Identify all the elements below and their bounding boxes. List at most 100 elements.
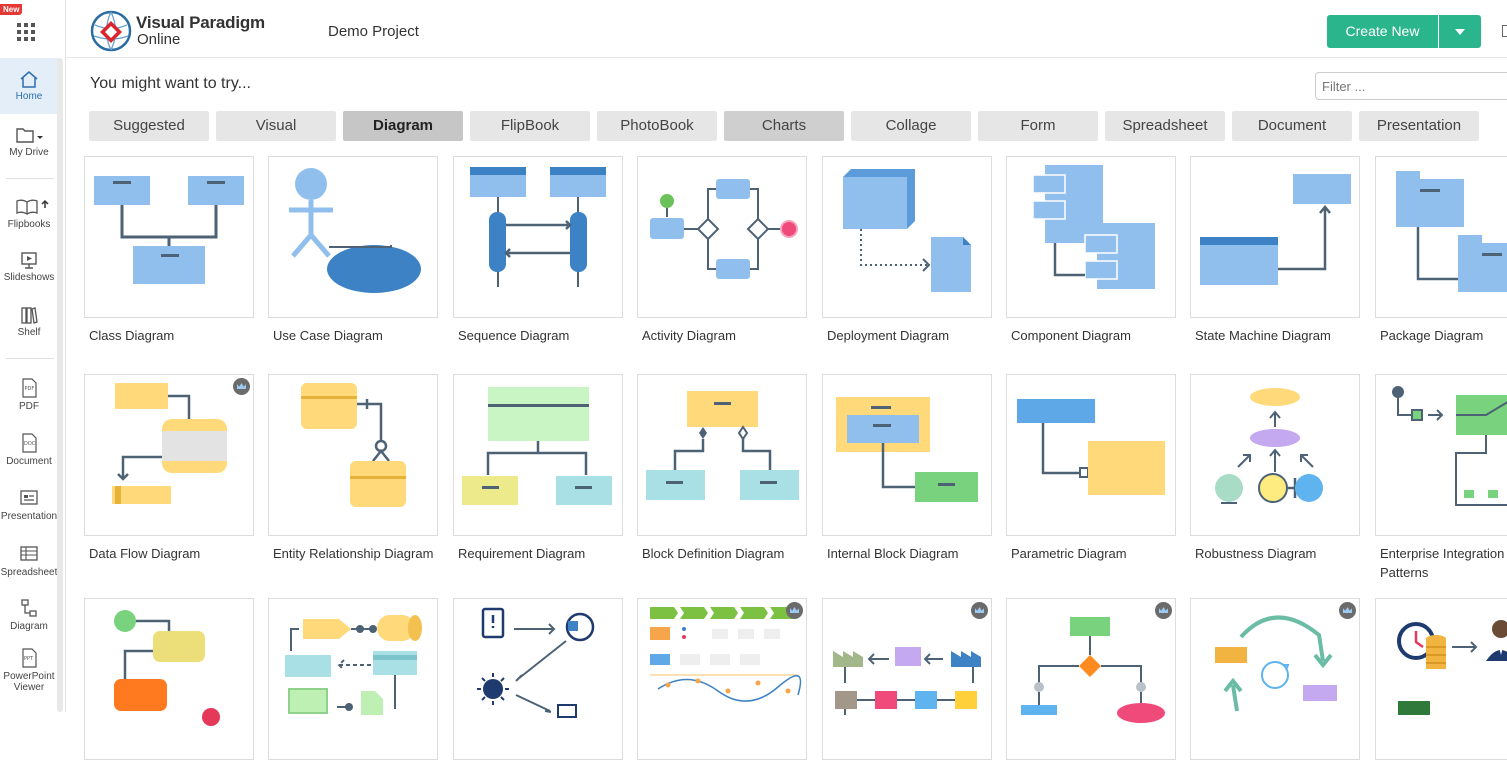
sidebar-item-label: Slideshows [3,272,55,283]
sidebar-item-label: Presentation [0,511,58,522]
template-label: Component Diagram [1011,328,1131,343]
template-card-internal-block-diagram[interactable] [822,374,992,536]
template-card-row3-1[interactable] [84,598,254,760]
create-new-button[interactable]: Create New [1327,15,1438,48]
tab-photobook[interactable]: PhotoBook [597,111,717,141]
sidebar-item-document[interactable]: DOC Document [0,433,58,467]
svg-text:PPT: PPT [24,656,34,662]
diagram-icon [21,599,37,617]
block-definition-thumbnail [646,391,799,500]
sidebar-item-label: PDF [19,401,39,412]
template-label: Use Case Diagram [273,328,383,343]
class-diagram-thumbnail [94,176,244,284]
template-label: Internal Block Diagram [827,546,959,561]
template-label: Block Definition Diagram [642,546,785,561]
apps-grid-icon[interactable] [17,23,35,41]
folder-icon [16,128,43,143]
template-label: Robustness Diagram [1195,546,1317,561]
deployment-diagram-thumbnail [843,169,971,292]
template-label: Package Diagram [1380,328,1484,343]
suggestion-heading: You might want to try... [90,75,251,92]
premium-crown-icon [233,378,250,395]
template-card-row3-2[interactable] [268,598,438,760]
template-card-row3-5[interactable] [822,598,992,760]
activity-diagram-thumbnail [650,179,798,279]
sidebar-item-home[interactable]: Home [0,58,58,114]
sidebar-item-slideshows[interactable]: Slideshows [0,251,58,283]
tab-charts[interactable]: Charts [724,111,844,141]
template-card-activity-diagram[interactable] [637,156,807,318]
sidebar-item-spreadsheet[interactable]: Spreadsheet [0,544,58,578]
tab-form[interactable]: Form [978,111,1098,141]
component-diagram-thumbnail [1032,165,1155,289]
template-card-row3-8[interactable] [1375,598,1507,760]
logo-title: Visual Paradigm [136,13,265,32]
process-flow-thumbnail [285,615,422,715]
template-label: Class Diagram [89,328,175,343]
template-label: Parametric Diagram [1011,546,1127,561]
template-label: Requirement Diagram [458,546,586,561]
logo-subtitle: Online [137,31,181,48]
template-label: Sequence Diagram [458,328,570,343]
template-card-sequence-diagram[interactable] [453,156,623,318]
sidebar-item-powerpoint-viewer[interactable]: PPT PowerPoint Viewer [0,648,58,693]
template-card-deployment-diagram[interactable] [822,156,992,318]
template-card-data-flow-diagram[interactable] [84,374,254,536]
parametric-thumbnail [1017,399,1165,495]
new-badge: New [0,4,23,15]
template-card-row3-7[interactable] [1190,598,1360,760]
sidebar-item-diagram[interactable]: Diagram [0,598,58,632]
sidebar-item-flipbooks[interactable]: Flipbooks [0,198,58,230]
value-stream-thumbnail [833,647,981,715]
ppt-icon: PPT [22,648,37,668]
template-card-state-machine-diagram[interactable] [1190,156,1360,318]
template-card-class-diagram[interactable] [84,156,254,318]
panel-toggle-icon[interactable] [1502,25,1507,37]
tab-visual[interactable]: Visual [216,111,336,141]
tab-suggested[interactable]: Suggested [89,111,209,141]
tab-flipbook[interactable]: FlipBook [470,111,590,141]
book-icon [16,199,49,216]
template-card-component-diagram[interactable] [1006,156,1176,318]
pdf-icon: PDF [22,378,37,398]
template-card-entity-relationship-diagram[interactable] [268,374,438,536]
sidebar-item-presentation[interactable]: Presentation [0,488,58,522]
tab-document[interactable]: Document [1232,111,1352,141]
template-card-use-case-diagram[interactable] [268,156,438,318]
template-card-row3-3[interactable] [453,598,623,760]
template-card-row3-6[interactable] [1006,598,1176,760]
create-new-dropdown-button[interactable] [1439,15,1481,48]
template-card-row3-4[interactable] [637,598,807,760]
filter-input[interactable] [1315,72,1507,100]
template-card-parametric-diagram[interactable] [1006,374,1176,536]
tab-collage[interactable]: Collage [851,111,971,141]
timeline-chart-thumbnail [650,607,802,702]
sequence-diagram-thumbnail [470,167,606,287]
template-card-block-definition-diagram[interactable] [637,374,807,536]
sidebar-item-my-drive[interactable]: My Drive [0,126,58,158]
business-process-thumbnail [477,607,595,718]
project-name[interactable]: Demo Project [328,23,419,40]
sidebar-scrollbar[interactable] [57,58,63,712]
flowchart-thumbnail [114,610,220,726]
template-card-enterprise-integration-patterns[interactable] [1375,374,1507,536]
sidebar-item-shelf[interactable]: Shelf [0,306,58,338]
spreadsheet-icon [20,546,38,561]
tab-spreadsheet[interactable]: Spreadsheet [1105,111,1225,141]
template-card-requirement-diagram[interactable] [453,374,623,536]
sidebar-item-label: My Drive [9,147,49,158]
svg-text:PDF: PDF [25,386,35,392]
sidebar-item-label: Flipbooks [7,219,51,230]
tab-presentation[interactable]: Presentation [1359,111,1479,141]
template-label: Deployment Diagram [827,328,950,343]
divider [6,358,54,359]
premium-crown-icon [786,602,803,619]
erd-thumbnail [301,383,406,507]
top-header: Visual Paradigm Online Demo Project Crea… [66,0,1507,58]
template-card-package-diagram[interactable] [1375,156,1507,318]
decision-tree-thumbnail [1021,617,1165,723]
sidebar-item-pdf[interactable]: PDF PDF [0,378,58,412]
template-card-robustness-diagram[interactable] [1190,374,1360,536]
sidebar-item-label: PowerPoint Viewer [3,671,55,693]
tab-diagram[interactable]: Diagram [343,111,463,141]
